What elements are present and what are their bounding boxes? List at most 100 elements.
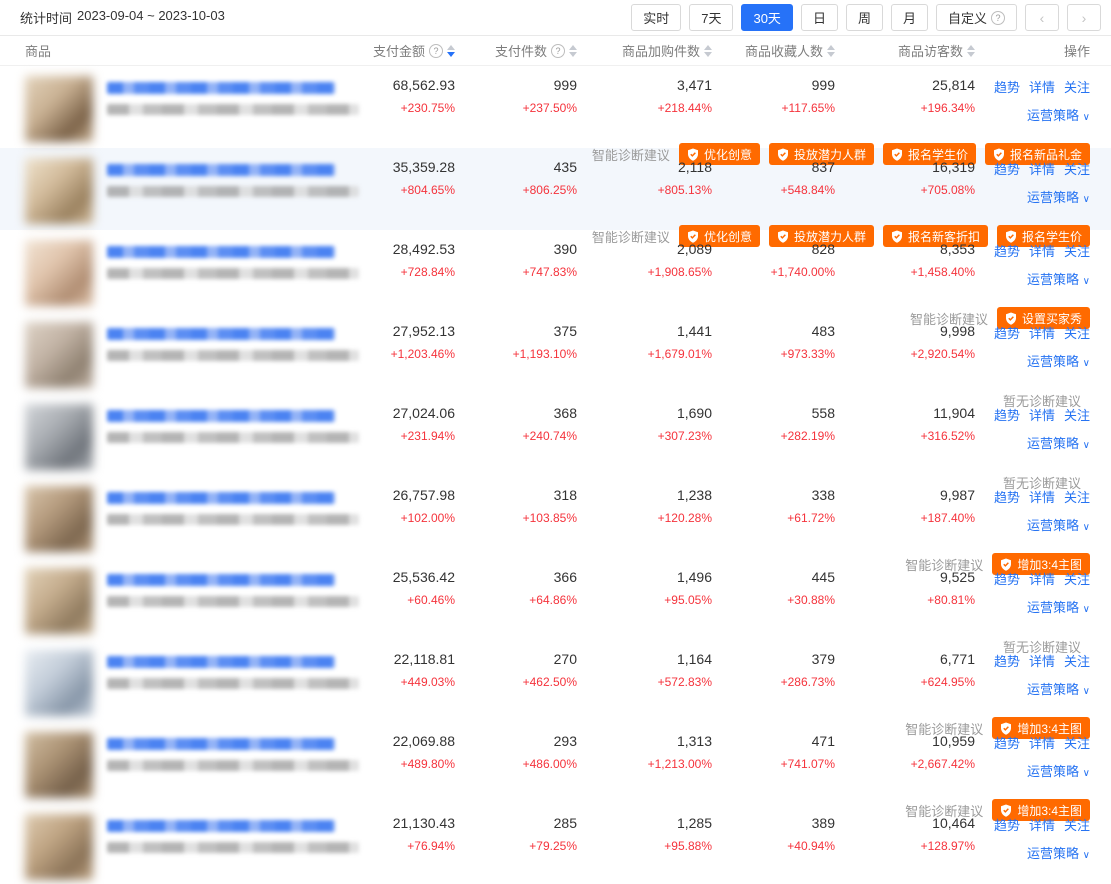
product-title-redacted[interactable] [107, 820, 335, 832]
action-link-详情[interactable]: 详情 [1029, 162, 1055, 177]
sort-asc-icon[interactable] [704, 45, 712, 50]
action-link-趋势[interactable]: 趋势 [994, 80, 1020, 95]
product-image[interactable] [25, 814, 93, 880]
sort-asc-icon[interactable] [967, 45, 975, 50]
product-title-redacted[interactable] [107, 410, 335, 422]
pay-amount-change: +489.80% [370, 757, 455, 771]
action-link-趋势[interactable]: 趋势 [994, 818, 1020, 833]
sort-icon[interactable] [704, 45, 712, 57]
action-link-趋势[interactable]: 趋势 [994, 408, 1020, 423]
sort-desc-icon[interactable] [447, 52, 455, 57]
pay-amount-change: +76.94% [370, 839, 455, 853]
sort-icon[interactable] [967, 45, 975, 57]
column-header[interactable]: 商品加购件数 ? [577, 41, 712, 60]
column-header[interactable]: 商品 ? [25, 41, 370, 60]
operation-strategy-link[interactable]: 运营策略 ∨ [1027, 600, 1090, 615]
sort-desc-icon[interactable] [704, 52, 712, 57]
action-link-趋势[interactable]: 趋势 [994, 326, 1020, 341]
action-link-关注[interactable]: 关注 [1064, 408, 1090, 423]
range-button-月[interactable]: 月? [891, 4, 928, 31]
sort-desc-icon[interactable] [967, 52, 975, 57]
sort-asc-icon[interactable] [447, 45, 455, 50]
action-link-详情[interactable]: 详情 [1029, 244, 1055, 259]
action-link-关注[interactable]: 关注 [1064, 654, 1090, 669]
range-button-30天[interactable]: 30天? [741, 4, 792, 31]
sort-icon[interactable] [447, 45, 455, 57]
action-link-趋势[interactable]: 趋势 [994, 736, 1020, 751]
product-image[interactable] [25, 322, 93, 388]
operation-strategy-link[interactable]: 运营策略 ∨ [1027, 518, 1090, 533]
action-link-详情[interactable]: 详情 [1029, 408, 1055, 423]
product-image[interactable] [25, 486, 93, 552]
action-link-关注[interactable]: 关注 [1064, 162, 1090, 177]
range-button-自定义[interactable]: 自定义? [936, 4, 1017, 31]
sort-asc-icon[interactable] [569, 45, 577, 50]
action-link-趋势[interactable]: 趋势 [994, 654, 1020, 669]
action-link-关注[interactable]: 关注 [1064, 572, 1090, 587]
pay-amount-value: 27,024.06 [370, 405, 455, 421]
product-image[interactable] [25, 732, 93, 798]
product-title-redacted[interactable] [107, 656, 335, 668]
operation-strategy-link[interactable]: 运营策略 ∨ [1027, 354, 1090, 369]
action-link-趋势[interactable]: 趋势 [994, 162, 1020, 177]
product-title-redacted[interactable] [107, 492, 335, 504]
product-title-redacted[interactable] [107, 82, 335, 94]
action-link-详情[interactable]: 详情 [1029, 572, 1055, 587]
action-link-关注[interactable]: 关注 [1064, 818, 1090, 833]
action-link-详情[interactable]: 详情 [1029, 736, 1055, 751]
operation-strategy-link[interactable]: 运营策略 ∨ [1027, 108, 1090, 123]
product-image[interactable] [25, 76, 93, 142]
action-link-趋势[interactable]: 趋势 [994, 490, 1020, 505]
visitors-change: +187.40% [835, 511, 975, 525]
action-link-关注[interactable]: 关注 [1064, 80, 1090, 95]
action-link-详情[interactable]: 详情 [1029, 326, 1055, 341]
sort-asc-icon[interactable] [827, 45, 835, 50]
range-button-7天[interactable]: 7天? [689, 4, 733, 31]
sort-desc-icon[interactable] [827, 52, 835, 57]
range-button-实时[interactable]: 实时? [631, 4, 681, 31]
range-button-日[interactable]: 日? [801, 4, 838, 31]
sort-icon[interactable] [569, 45, 577, 57]
column-header[interactable]: 支付金额 ? [370, 41, 455, 60]
operation-strategy-link[interactable]: 运营策略 ∨ [1027, 190, 1090, 205]
product-image[interactable] [25, 404, 93, 470]
action-link-详情[interactable]: 详情 [1029, 818, 1055, 833]
product-title-redacted[interactable] [107, 574, 335, 586]
product-title-redacted[interactable] [107, 246, 335, 258]
cart-adds-change: +1,679.01% [577, 347, 712, 361]
operation-strategy-link[interactable]: 运营策略 ∨ [1027, 846, 1090, 861]
action-link-趋势[interactable]: 趋势 [994, 572, 1020, 587]
action-link-详情[interactable]: 详情 [1029, 80, 1055, 95]
prev-page-button[interactable]: ‹ [1025, 4, 1059, 31]
product-image[interactable] [25, 568, 93, 634]
range-button-周[interactable]: 周? [846, 4, 883, 31]
sort-icon[interactable] [827, 45, 835, 57]
operation-strategy-link[interactable]: 运营策略 ∨ [1027, 436, 1090, 451]
sort-desc-icon[interactable] [569, 52, 577, 57]
product-image[interactable] [25, 158, 93, 224]
next-page-button[interactable]: › [1067, 4, 1101, 31]
product-title-redacted[interactable] [107, 164, 335, 176]
column-header[interactable]: 商品收藏人数 ? [712, 41, 835, 60]
action-link-关注[interactable]: 关注 [1064, 326, 1090, 341]
product-cell [25, 560, 370, 634]
action-link-详情[interactable]: 详情 [1029, 654, 1055, 669]
visitors-change: +2,920.54% [835, 347, 975, 361]
product-title-redacted[interactable] [107, 738, 335, 750]
operation-strategy-link[interactable]: 运营策略 ∨ [1027, 764, 1090, 779]
column-header[interactable]: 支付件数 ? [455, 41, 577, 60]
operation-strategy-link[interactable]: 运营策略 ∨ [1027, 682, 1090, 697]
action-link-关注[interactable]: 关注 [1064, 244, 1090, 259]
column-header[interactable]: 商品访客数 ? [835, 41, 975, 60]
product-title-redacted[interactable] [107, 328, 335, 340]
product-image[interactable] [25, 240, 93, 306]
product-image[interactable] [25, 650, 93, 716]
action-link-关注[interactable]: 关注 [1064, 490, 1090, 505]
action-link-趋势[interactable]: 趋势 [994, 244, 1020, 259]
actions-line2: 运营策略 ∨ [975, 433, 1090, 453]
operation-strategy-link[interactable]: 运营策略 ∨ [1027, 272, 1090, 287]
action-link-关注[interactable]: 关注 [1064, 736, 1090, 751]
action-link-详情[interactable]: 详情 [1029, 490, 1055, 505]
visitors-change: +624.95% [835, 675, 975, 689]
column-header[interactable]: 操作 ? [975, 41, 1090, 60]
